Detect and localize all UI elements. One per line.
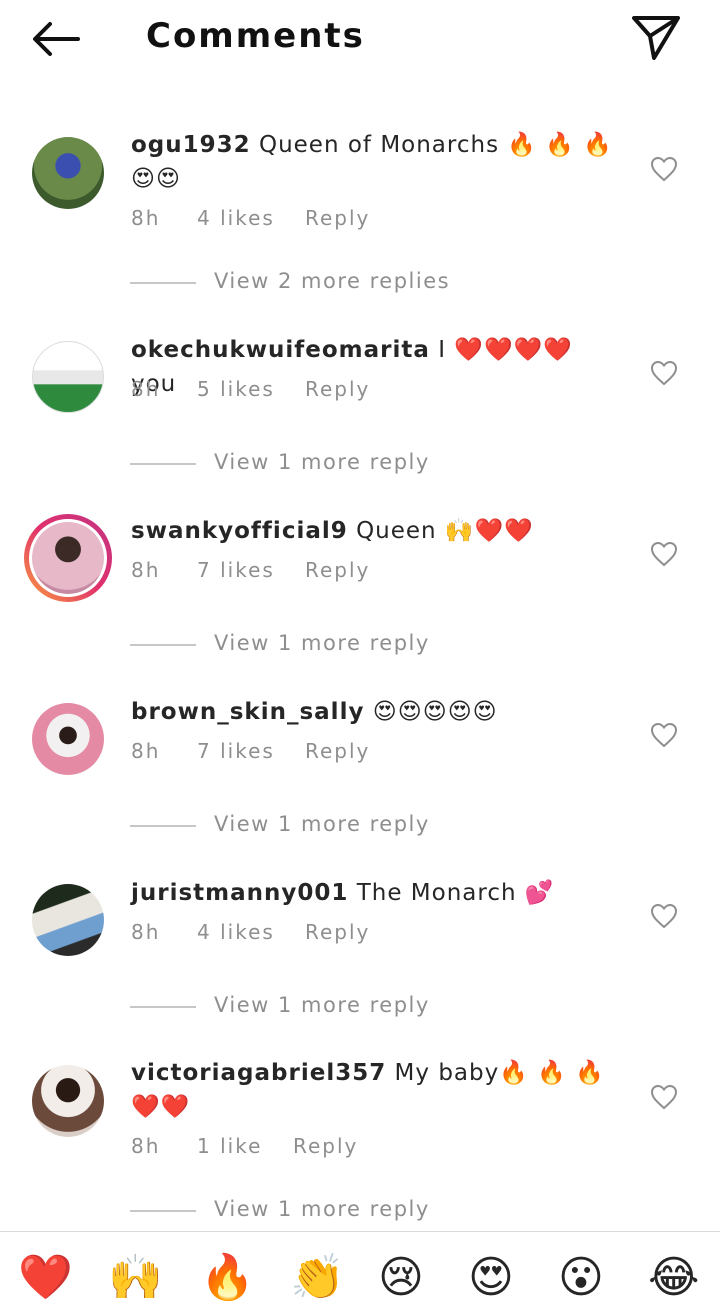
avatar[interactable]	[32, 341, 104, 413]
comment-text: juristmanny001 The Monarch 💕	[131, 876, 621, 910]
view-replies-text: View 1 more reply	[214, 1197, 430, 1221]
heart-icon[interactable]	[650, 1084, 678, 1110]
comment-body: The Monarch 💕	[356, 880, 555, 906]
arrow-left-icon	[33, 22, 80, 56]
avatar[interactable]	[32, 1065, 104, 1137]
comment-likes[interactable]: 4 likes	[197, 920, 275, 944]
reply-button[interactable]: Reply	[305, 558, 370, 582]
header: Comments	[0, 0, 720, 80]
view-replies-text: View 1 more reply	[214, 450, 430, 474]
emoji-reaction-bar: ❤️ 🙌 🔥 👏 😢 😍 😮 😂	[0, 1231, 720, 1316]
comment-likes[interactable]: 1 like	[197, 1134, 262, 1158]
comment-likes[interactable]: 7 likes	[197, 558, 275, 582]
replies-divider	[130, 282, 196, 284]
avatar-story-ring[interactable]	[24, 514, 112, 602]
emoji-heart[interactable]: ❤️	[18, 1252, 73, 1304]
replies-divider	[130, 463, 196, 465]
heart-icon[interactable]	[650, 360, 678, 386]
heart-icon[interactable]	[650, 541, 678, 567]
replies-divider	[130, 1210, 196, 1212]
emoji-surprised-face[interactable]: 😮	[558, 1252, 604, 1304]
view-replies-link[interactable]: View 1 more reply	[130, 812, 530, 842]
comment-time: 8h	[131, 377, 161, 401]
view-replies-text: View 2 more replies	[214, 269, 451, 293]
replies-divider	[130, 1006, 196, 1008]
heart-icon[interactable]	[650, 722, 678, 748]
heart-icon[interactable]	[650, 903, 678, 929]
comment-likes[interactable]: 7 likes	[197, 739, 275, 763]
emoji-raising-hands[interactable]: 🙌	[108, 1252, 163, 1304]
comment-time: 8h	[131, 558, 161, 582]
view-replies-text: View 1 more reply	[214, 993, 430, 1017]
share-button[interactable]	[630, 12, 682, 62]
comment-body: Queen 🙌❤️❤️	[356, 518, 534, 544]
comment-time: 8h	[131, 206, 161, 230]
view-replies-link[interactable]: View 1 more reply	[130, 450, 530, 480]
comment-username[interactable]: okechukwuifeomarita	[131, 337, 430, 363]
view-replies-text: View 1 more reply	[214, 631, 430, 655]
view-replies-text: View 1 more reply	[214, 812, 430, 836]
emoji-fire[interactable]: 🔥	[200, 1252, 255, 1304]
comment-username[interactable]: juristmanny001	[131, 880, 348, 906]
comment-username[interactable]: brown_skin_sally	[131, 699, 364, 725]
avatar	[29, 519, 107, 597]
emoji-crying-face[interactable]: 😢	[378, 1252, 424, 1304]
paper-plane-icon	[632, 16, 680, 60]
comment-username[interactable]: victoriagabriel357	[131, 1060, 386, 1086]
comment-likes[interactable]: 4 likes	[197, 206, 275, 230]
view-replies-link[interactable]: View 1 more reply	[130, 1197, 530, 1227]
view-replies-link[interactable]: View 2 more replies	[130, 269, 530, 299]
emoji-laughing-face[interactable]: 😂	[648, 1252, 699, 1304]
comment-time: 8h	[131, 1134, 161, 1158]
replies-divider	[130, 825, 196, 827]
comment-time: 8h	[131, 739, 161, 763]
comment-body: 😍😍😍😍😍	[372, 699, 498, 725]
view-replies-link[interactable]: View 1 more reply	[130, 993, 530, 1023]
reply-button[interactable]: Reply	[305, 206, 370, 230]
comment-text: victoriagabriel357 My baby🔥 🔥 🔥❤️❤️	[131, 1056, 621, 1124]
reply-button[interactable]: Reply	[293, 1134, 358, 1158]
comment-username[interactable]: swankyofficial9	[131, 518, 348, 544]
heart-icon[interactable]	[650, 156, 678, 182]
emoji-clapping-hands[interactable]: 👏	[290, 1252, 345, 1304]
comment-time: 8h	[131, 920, 161, 944]
comment-username[interactable]: ogu1932	[131, 132, 251, 158]
emoji-heart-eyes[interactable]: 😍	[468, 1252, 514, 1304]
comment-text: ogu1932 Queen of Monarchs 🔥 🔥 🔥 😍😍	[131, 128, 621, 196]
back-button[interactable]	[28, 18, 82, 60]
page-title: Comments	[146, 16, 365, 56]
reply-button[interactable]: Reply	[305, 920, 370, 944]
comment-likes[interactable]: 5 likes	[197, 377, 275, 401]
reply-button[interactable]: Reply	[305, 739, 370, 763]
avatar[interactable]	[32, 703, 104, 775]
replies-divider	[130, 644, 196, 646]
avatar[interactable]	[32, 884, 104, 956]
view-replies-link[interactable]: View 1 more reply	[130, 631, 530, 661]
comment-text: swankyofficial9 Queen 🙌❤️❤️	[131, 514, 621, 548]
comment-text: brown_skin_sally 😍😍😍😍😍	[131, 695, 621, 729]
reply-button[interactable]: Reply	[305, 377, 370, 401]
avatar[interactable]	[32, 137, 104, 209]
